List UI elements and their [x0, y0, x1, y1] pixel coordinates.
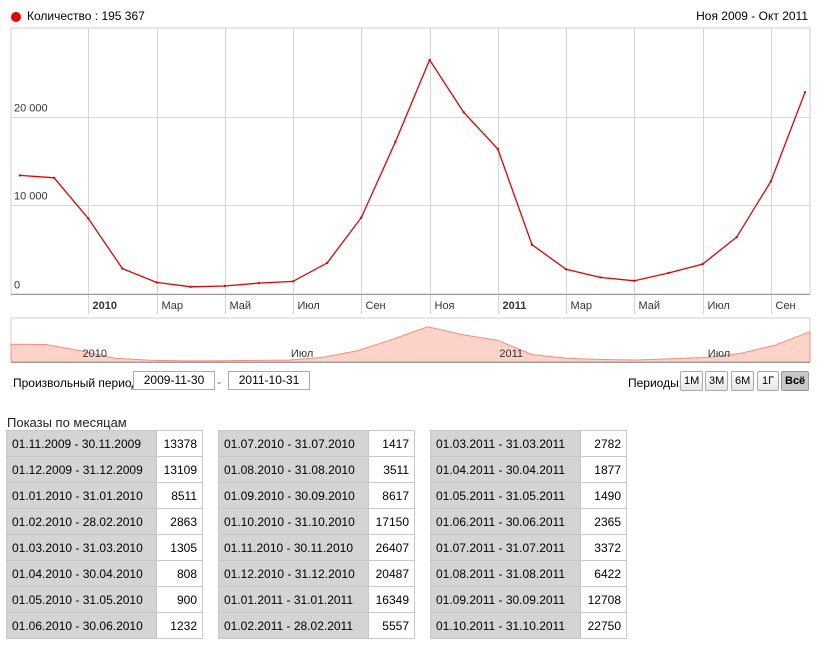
month-count-cell: 16349 [368, 586, 415, 613]
month-count-cell: 8511 [156, 482, 203, 509]
month-count-cell: 20487 [368, 560, 415, 587]
table-row: 01.03.2010 - 31.03.2010 1305 [6, 534, 203, 561]
month-count-cell: 8617 [368, 482, 415, 509]
month-range-cell: 01.10.2011 - 31.10.2011 [430, 612, 581, 639]
month-count-cell: 3372 [580, 534, 627, 561]
navigator-label: Июл [708, 348, 730, 360]
month-range-cell: 01.05.2011 - 31.05.2011 [430, 482, 581, 509]
month-range-cell: 01.09.2010 - 30.09.2010 [218, 482, 369, 509]
month-range-cell: 01.04.2010 - 30.04.2010 [6, 560, 157, 587]
month-count-cell: 2365 [580, 508, 627, 535]
monthly-table-column-1: 01.11.2009 - 30.11.2009 13378 01.12.2009 -… [6, 430, 203, 639]
table-row: 01.11.2010 - 30.11.2010 26407 [218, 534, 415, 561]
month-count-cell: 1305 [156, 534, 203, 561]
month-count-cell: 808 [156, 560, 203, 587]
period-button-all[interactable]: Всё [781, 371, 810, 391]
table-row: 01.05.2010 - 31.05.2010 900 [6, 586, 203, 613]
date-separator: - [217, 375, 221, 389]
table-row: 01.12.2009 - 31.12.2009 13109 [6, 456, 203, 483]
month-count-cell: 13109 [156, 456, 203, 483]
table-row: 01.06.2011 - 30.06.2011 2365 [430, 508, 627, 535]
month-range-cell: 01.02.2011 - 28.02.2011 [218, 612, 369, 639]
navigator-label: 2011 [499, 348, 523, 360]
month-range-cell: 01.10.2010 - 31.10.2010 [218, 508, 369, 535]
monthly-table-column-3: 01.03.2011 - 31.03.2011 2782 01.04.2011 - … [430, 430, 627, 639]
month-range-cell: 01.06.2010 - 30.06.2010 [6, 612, 157, 639]
month-range-cell: 01.09.2011 - 30.09.2011 [430, 586, 581, 613]
table-row: 01.12.2010 - 31.12.2010 20487 [218, 560, 415, 587]
month-count-cell: 2782 [580, 430, 627, 457]
month-range-cell: 01.03.2011 - 31.03.2011 [430, 430, 581, 457]
table-row: 01.04.2010 - 30.04.2010 808 [6, 560, 203, 587]
table-row: 01.04.2011 - 30.04.2011 1877 [430, 456, 627, 483]
period-button-3m[interactable]: 3М [705, 371, 729, 391]
period-button-1y[interactable]: 1Г [757, 371, 779, 391]
month-range-cell: 01.01.2011 - 31.01.2011 [218, 586, 369, 613]
table-row: 01.09.2011 - 30.09.2011 12708 [430, 586, 627, 613]
month-range-cell: 01.05.2010 - 31.05.2010 [6, 586, 157, 613]
table-row: 01.07.2011 - 31.07.2011 3372 [430, 534, 627, 561]
table-row: 01.10.2010 - 31.10.2010 17150 [218, 508, 415, 535]
period-button-6m[interactable]: 6М [731, 371, 755, 391]
month-count-cell: 22750 [580, 612, 627, 639]
monthly-table-title: Показы по месяцам [7, 415, 127, 430]
table-row: 01.08.2010 - 31.08.2010 3511 [218, 456, 415, 483]
table-row: 01.02.2011 - 28.02.2011 5557 [218, 612, 415, 639]
table-row: 01.06.2010 - 30.06.2010 1232 [6, 612, 203, 639]
month-range-cell: 01.12.2010 - 31.12.2010 [218, 560, 369, 587]
navigator-label: 2010 [82, 348, 106, 360]
month-count-cell: 1232 [156, 612, 203, 639]
table-row: 01.11.2009 - 30.11.2009 13378 [6, 430, 203, 457]
date-from-input[interactable] [133, 371, 215, 390]
month-range-cell: 01.07.2010 - 31.07.2010 [218, 430, 369, 457]
month-range-cell: 01.11.2010 - 30.11.2010 [218, 534, 369, 561]
month-count-cell: 5557 [368, 612, 415, 639]
month-count-cell: 26407 [368, 534, 415, 561]
custom-period-label: Произвольный период: [13, 376, 142, 390]
month-range-cell: 01.03.2010 - 31.03.2010 [6, 534, 157, 561]
month-range-cell: 01.08.2010 - 31.08.2010 [218, 456, 369, 483]
table-row: 01.09.2010 - 30.09.2010 8617 [218, 482, 415, 509]
month-count-cell: 3511 [368, 456, 415, 483]
month-count-cell: 12708 [580, 586, 627, 613]
navigator-label: Июл [291, 348, 313, 360]
month-count-cell: 1417 [368, 430, 415, 457]
month-range-cell: 01.02.2010 - 28.02.2010 [6, 508, 157, 535]
table-row: 01.05.2011 - 31.05.2011 1490 [430, 482, 627, 509]
month-count-cell: 2863 [156, 508, 203, 535]
month-range-cell: 01.04.2011 - 30.04.2011 [430, 456, 581, 483]
month-count-cell: 900 [156, 586, 203, 613]
month-range-cell: 01.12.2009 - 31.12.2009 [6, 456, 157, 483]
month-count-cell: 1877 [580, 456, 627, 483]
month-count-cell: 6422 [580, 560, 627, 587]
table-row: 01.07.2010 - 31.07.2010 1417 [218, 430, 415, 457]
month-count-cell: 17150 [368, 508, 415, 535]
month-range-cell: 01.07.2011 - 31.07.2011 [430, 534, 581, 561]
table-row: 01.01.2011 - 31.01.2011 16349 [218, 586, 415, 613]
periods-label: Периоды: [628, 376, 683, 390]
table-row: 01.08.2011 - 31.08.2011 6422 [430, 560, 627, 587]
table-row: 01.01.2010 - 31.01.2010 8511 [6, 482, 203, 509]
month-range-cell: 01.06.2011 - 30.06.2011 [430, 508, 581, 535]
navigator-chart[interactable]: 2010 Июл 2011 Июл [0, 0, 825, 368]
month-range-cell: 01.01.2010 - 31.01.2010 [6, 482, 157, 509]
table-row: 01.10.2011 - 31.10.2011 22750 [430, 612, 627, 639]
period-button-1m[interactable]: 1М [680, 371, 704, 391]
month-range-cell: 01.08.2011 - 31.08.2011 [430, 560, 581, 587]
date-to-input[interactable] [228, 371, 310, 390]
table-row: 01.03.2011 - 31.03.2011 2782 [430, 430, 627, 457]
month-range-cell: 01.11.2009 - 30.11.2009 [6, 430, 157, 457]
table-row: 01.02.2010 - 28.02.2010 2863 [6, 508, 203, 535]
monthly-table-column-2: 01.07.2010 - 31.07.2010 1417 01.08.2010 - … [218, 430, 415, 639]
month-count-cell: 13378 [156, 430, 203, 457]
period-controls: Произвольный период: - Периоды: 1М 3М 6М… [0, 368, 825, 398]
month-count-cell: 1490 [580, 482, 627, 509]
